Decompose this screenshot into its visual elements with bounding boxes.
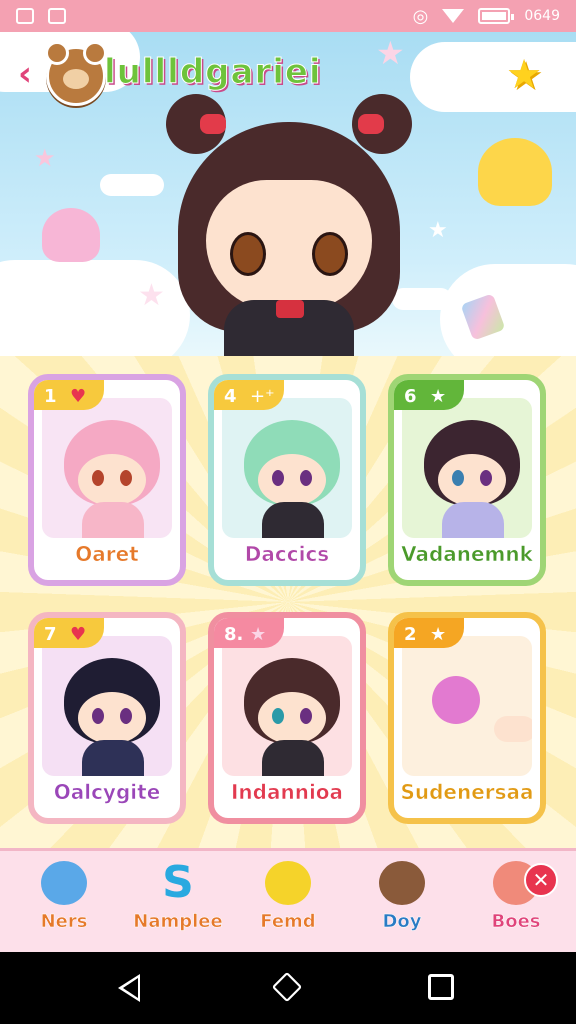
card-number: 1 — [44, 386, 57, 407]
star-icon: ★ — [430, 386, 447, 407]
character-card[interactable]: 8. ★ Indannioa — [208, 612, 366, 824]
favorite-star-button[interactable]: ★ — [506, 52, 542, 98]
sparkle-icon: +⁺ — [250, 386, 275, 407]
star-icon: ★ — [250, 624, 267, 645]
header-banner: ‹ lullldgariei ★ ★ ★ ★ ★ — [0, 32, 576, 356]
card-name: Daccics — [244, 542, 330, 567]
character-grid: 1 ♥ Oaret 4 +⁺ Daccics 6 ★ Vadanemnk 7 ♥… — [0, 356, 576, 848]
sync-icon: ◎ — [412, 5, 429, 27]
character-card[interactable]: 7 ♥ Oalcygite — [28, 612, 186, 824]
yellow-jellyfish-icon — [478, 138, 552, 206]
system-recents-button[interactable] — [428, 974, 454, 1000]
card-number: 4 — [224, 386, 237, 407]
star-decoration-icon: ★ — [376, 34, 405, 72]
star-icon: ★ — [430, 624, 447, 645]
character-card[interactable]: 6 ★ Vadanemnk — [388, 374, 546, 586]
nav-label: Ners — [40, 911, 88, 933]
nav-item-namplee[interactable]: S Namplee — [130, 861, 226, 951]
nav-item-doy[interactable]: Doy — [354, 861, 450, 951]
nav-item-ners[interactable]: Ners — [16, 861, 112, 951]
card-name: Indannioa — [230, 780, 344, 805]
system-nav-bar — [0, 952, 576, 1024]
hero-character — [160, 94, 418, 356]
planet-icon — [41, 861, 87, 905]
message-icon — [16, 8, 34, 24]
heart-icon: ♥ — [70, 624, 87, 645]
bear-logo-icon — [45, 41, 107, 106]
pink-jellyfish-icon — [42, 208, 100, 262]
heart-icon: ♥ — [70, 386, 87, 407]
app-notification-icon — [48, 8, 66, 24]
bear-icon — [379, 861, 425, 905]
hand-icon — [494, 716, 532, 742]
character-card[interactable]: 1 ♥ Oaret — [28, 374, 186, 586]
card-name: Oalcygite — [53, 780, 161, 805]
card-number: 8. — [224, 624, 244, 645]
star-decoration-icon: ★ — [34, 144, 56, 172]
status-bar: ◎ 0649 — [0, 0, 576, 32]
system-home-button[interactable] — [272, 972, 302, 1002]
s-letter-icon: S — [162, 857, 194, 908]
card-name: Vadanemnk — [401, 542, 533, 567]
card-number: 7 — [44, 624, 57, 645]
nav-item-boes[interactable]: Boes ✕ — [468, 861, 564, 951]
card-number: 6 — [404, 386, 417, 407]
system-back-button[interactable] — [118, 974, 140, 1002]
nav-label: Boes — [491, 911, 541, 933]
character-card[interactable]: 4 +⁺ Daccics — [208, 374, 366, 586]
nav-label: Femd — [260, 911, 316, 933]
star-decoration-icon: ★ — [428, 218, 448, 243]
magic-wand-icon — [432, 676, 480, 724]
character-card[interactable]: 2 ★ Sudenersaa — [388, 612, 546, 824]
status-time: 0649 — [524, 8, 560, 24]
wifi-icon — [442, 9, 465, 23]
battery-icon — [478, 8, 515, 24]
back-button[interactable]: ‹ — [18, 54, 32, 94]
hair-bow-icon — [358, 114, 384, 134]
hair-bow-icon — [200, 114, 226, 134]
close-icon[interactable]: ✕ — [524, 863, 558, 897]
nav-label: Namplee — [133, 911, 223, 933]
app-title: lullldgariei — [104, 52, 322, 93]
bottom-nav: Ners S Namplee Femd Doy Boes ✕ — [0, 848, 576, 955]
nav-label: Doy — [382, 911, 422, 933]
chick-icon — [265, 861, 311, 905]
card-number: 2 — [404, 624, 417, 645]
card-name: Oaret — [75, 542, 139, 567]
nav-item-femd[interactable]: Femd — [240, 861, 336, 951]
card-name: Sudenersaa — [400, 780, 534, 805]
